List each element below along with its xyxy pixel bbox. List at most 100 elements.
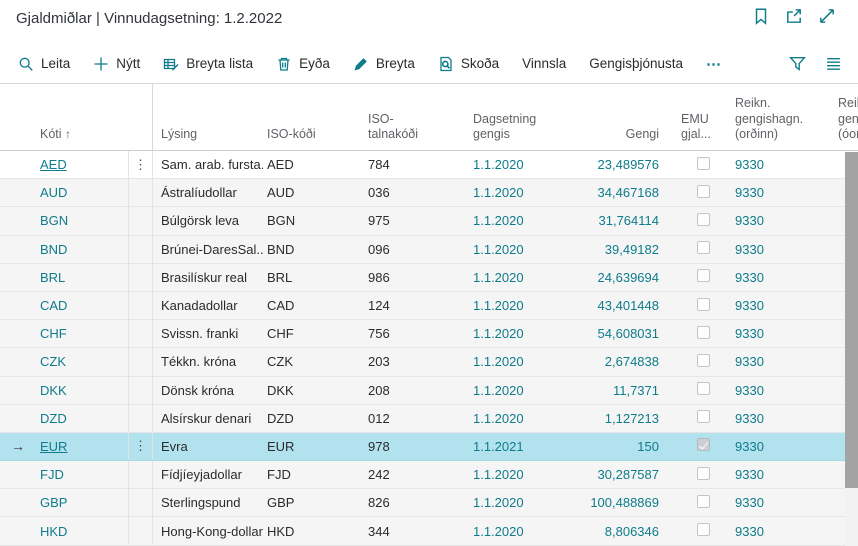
- row-menu-cell[interactable]: ⋮: [128, 207, 153, 234]
- description-cell[interactable]: Hong-Kong-dollar: [153, 524, 263, 539]
- iso-code-cell[interactable]: BND: [263, 242, 358, 257]
- emu-checkbox[interactable]: [697, 523, 710, 536]
- description-cell[interactable]: Dönsk króna: [153, 383, 263, 398]
- emu-checkbox[interactable]: [697, 438, 710, 451]
- iso-numeric-cell[interactable]: 826: [358, 495, 448, 510]
- iso-numeric-cell[interactable]: 978: [358, 439, 448, 454]
- emu-checkbox[interactable]: [697, 382, 710, 395]
- currency-code-link[interactable]: BRL: [36, 270, 128, 285]
- exchange-rate-link[interactable]: 23,489576: [553, 157, 663, 172]
- iso-code-cell[interactable]: AED: [263, 157, 358, 172]
- row-menu-cell[interactable]: ⋮: [128, 179, 153, 206]
- iso-code-cell[interactable]: EUR: [263, 439, 358, 454]
- rate-date-link[interactable]: 1.1.2020: [448, 467, 553, 482]
- emu-checkbox[interactable]: [697, 241, 710, 254]
- emu-checkbox[interactable]: [697, 354, 710, 367]
- row-menu-cell[interactable]: ⋮: [128, 489, 153, 516]
- filter-icon[interactable]: [789, 55, 806, 72]
- currency-code-link[interactable]: CAD: [36, 298, 128, 313]
- currency-code-link[interactable]: EUR: [36, 439, 128, 454]
- iso-code-cell[interactable]: FJD: [263, 467, 358, 482]
- iso-code-cell[interactable]: BGN: [263, 213, 358, 228]
- description-cell[interactable]: Kanadadollar: [153, 298, 263, 313]
- currency-code-link[interactable]: DZD: [36, 411, 128, 426]
- iso-numeric-cell[interactable]: 203: [358, 354, 448, 369]
- currency-code-link[interactable]: GBP: [36, 495, 128, 510]
- gain-account-link[interactable]: 9330: [723, 157, 828, 172]
- iso-numeric-cell[interactable]: 012: [358, 411, 448, 426]
- column-header-unrealized-gain[interactable]: Reikn. gengishagn. (óorðinn): [828, 96, 858, 150]
- column-header-iso-numeric[interactable]: ISO-talnakóði: [358, 112, 448, 150]
- iso-numeric-cell[interactable]: 986: [358, 270, 448, 285]
- search-button[interactable]: Leita: [18, 56, 70, 72]
- iso-code-cell[interactable]: CAD: [263, 298, 358, 313]
- view-button[interactable]: Skoða: [438, 56, 499, 72]
- description-cell[interactable]: Fídjíeyjadollar: [153, 467, 263, 482]
- table-row[interactable]: → DZD ⋮ Alsírskur denari DZD 012 1.1.202…: [0, 405, 858, 433]
- rate-date-link[interactable]: 1.1.2020: [448, 298, 553, 313]
- gain-account-link[interactable]: 9330: [723, 495, 828, 510]
- exchange-rate-link[interactable]: 39,49182: [553, 242, 663, 257]
- gain-account-link[interactable]: 9330: [723, 383, 828, 398]
- row-menu-cell[interactable]: ⋮: [128, 377, 153, 404]
- row-menu-cell[interactable]: ⋮: [128, 151, 153, 178]
- expand-icon[interactable]: [818, 7, 836, 25]
- table-row[interactable]: → CHF ⋮ Svissn. franki CHF 756 1.1.2020 …: [0, 320, 858, 348]
- views-icon[interactable]: [825, 55, 842, 72]
- emu-checkbox[interactable]: [697, 410, 710, 423]
- iso-numeric-cell[interactable]: 975: [358, 213, 448, 228]
- vertical-scrollbar[interactable]: [845, 152, 858, 546]
- emu-checkbox[interactable]: [697, 495, 710, 508]
- table-row[interactable]: → HKD ⋮ Hong-Kong-dollar HKD 344 1.1.202…: [0, 517, 858, 545]
- exchange-rate-link[interactable]: 31,764114: [553, 213, 663, 228]
- description-cell[interactable]: Ástralíudollar: [153, 185, 263, 200]
- gain-account-link[interactable]: 9330: [723, 326, 828, 341]
- gain-account-link[interactable]: 9330: [723, 298, 828, 313]
- gain-account-link[interactable]: 9330: [723, 524, 828, 539]
- column-header-realized-gain[interactable]: Reikn. gengishagn. (orðinn): [723, 96, 828, 150]
- edit-button[interactable]: Breyta: [353, 56, 415, 72]
- row-options-icon[interactable]: ⋮: [134, 157, 147, 173]
- table-row[interactable]: → BND ⋮ Brúnei-DaresSal... BND 096 1.1.2…: [0, 236, 858, 264]
- column-header-iso-code[interactable]: ISO-kóði: [263, 127, 358, 150]
- description-cell[interactable]: Evra: [153, 439, 263, 454]
- table-row[interactable]: → EUR ⋮ Evra EUR 978 1.1.2021 150 9330: [0, 433, 858, 461]
- iso-numeric-cell[interactable]: 208: [358, 383, 448, 398]
- gain-account-link[interactable]: 9330: [723, 185, 828, 200]
- iso-code-cell[interactable]: CZK: [263, 354, 358, 369]
- currency-code-link[interactable]: DKK: [36, 383, 128, 398]
- exchange-rate-link[interactable]: 8,806346: [553, 524, 663, 539]
- iso-numeric-cell[interactable]: 344: [358, 524, 448, 539]
- column-header-rate[interactable]: Gengi: [553, 127, 663, 150]
- rate-date-link[interactable]: 1.1.2020: [448, 270, 553, 285]
- description-cell[interactable]: Alsírskur denari: [153, 411, 263, 426]
- table-row[interactable]: → CZK ⋮ Tékkn. króna CZK 203 1.1.2020 2,…: [0, 348, 858, 376]
- rate-date-link[interactable]: 1.1.2021: [448, 439, 553, 454]
- emu-checkbox[interactable]: [697, 298, 710, 311]
- row-menu-cell[interactable]: ⋮: [128, 292, 153, 319]
- gain-account-link[interactable]: 9330: [723, 270, 828, 285]
- description-cell[interactable]: Brasilískur real: [153, 270, 263, 285]
- open-in-new-window-icon[interactable]: [785, 7, 803, 25]
- exchange-rate-link[interactable]: 24,639694: [553, 270, 663, 285]
- table-row[interactable]: → CAD ⋮ Kanadadollar CAD 124 1.1.2020 43…: [0, 292, 858, 320]
- column-header-emu[interactable]: EMU gjal...: [663, 112, 723, 150]
- iso-code-cell[interactable]: HKD: [263, 524, 358, 539]
- table-row[interactable]: → BRL ⋮ Brasilískur real BRL 986 1.1.202…: [0, 264, 858, 292]
- currency-code-link[interactable]: AUD: [36, 185, 128, 200]
- row-menu-cell[interactable]: ⋮: [128, 405, 153, 432]
- process-menu[interactable]: Vinnsla: [522, 56, 566, 71]
- rate-date-link[interactable]: 1.1.2020: [448, 354, 553, 369]
- edit-list-button[interactable]: Breyta lista: [163, 56, 253, 72]
- currency-code-link[interactable]: CHF: [36, 326, 128, 341]
- iso-code-cell[interactable]: CHF: [263, 326, 358, 341]
- iso-numeric-cell[interactable]: 036: [358, 185, 448, 200]
- rate-date-link[interactable]: 1.1.2020: [448, 242, 553, 257]
- iso-code-cell[interactable]: BRL: [263, 270, 358, 285]
- row-menu-cell[interactable]: ⋮: [128, 264, 153, 291]
- rate-date-link[interactable]: 1.1.2020: [448, 185, 553, 200]
- iso-code-cell[interactable]: DZD: [263, 411, 358, 426]
- gain-account-link[interactable]: 9330: [723, 411, 828, 426]
- row-menu-cell[interactable]: ⋮: [128, 517, 153, 544]
- column-header-description[interactable]: Lýsing: [153, 127, 263, 150]
